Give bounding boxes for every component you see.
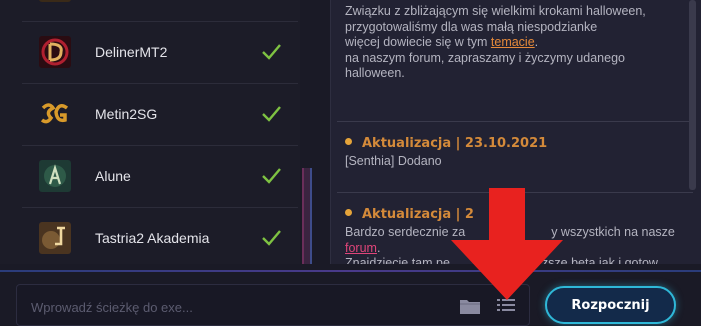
news-intro-line: na naszym forum, zapraszamy i życzymy ud… (345, 50, 625, 65)
news-intro-text: . (534, 35, 539, 49)
server-name: Metin2SG (95, 106, 158, 122)
deliner-logo-icon (39, 36, 71, 68)
server-logo-icon (39, 0, 71, 2)
news-intro-line: więcej dowiecie się w tym temacie. (345, 35, 687, 51)
annotation-arrow-icon (447, 188, 567, 326)
news-body-text: . (376, 240, 381, 255)
server-row[interactable]: DelinerMT2 (22, 22, 298, 84)
news-intro-text: więcej dowiecie się w tym (345, 35, 491, 49)
check-icon (260, 226, 282, 248)
metin2sg-logo-icon (39, 98, 71, 130)
news-intro: Związku z zbliżającym się wielkimi kroka… (345, 4, 687, 82)
server-list-scrollbar[interactable] (302, 168, 312, 264)
news-scrollbar[interactable] (689, 0, 696, 190)
news-item-title: Aktualizacja | 23.10.2021 (345, 136, 547, 151)
check-icon (260, 40, 282, 62)
topic-link[interactable]: temacie (491, 35, 535, 49)
alune-logo-icon (39, 160, 71, 192)
bullet-icon (345, 209, 352, 216)
server-list: DelinerMT2 Metin2SG Alune Tastria2 Akade… (0, 0, 300, 264)
bottom-divider (0, 270, 701, 272)
server-name: DelinerMT2 (95, 44, 168, 60)
check-icon (260, 164, 282, 186)
server-row[interactable]: Alune (22, 146, 298, 208)
tastria2-logo-icon (39, 222, 71, 254)
server-row[interactable]: Tastria2 Akademia (22, 208, 298, 264)
bullet-icon (345, 138, 352, 145)
news-item-body: [Senthia] Dodano (345, 154, 442, 168)
forum-link[interactable]: forum (345, 241, 377, 255)
news-divider (337, 121, 693, 122)
news-body-text: y wszystkich na nasze (551, 225, 675, 239)
exe-path-input[interactable] (31, 297, 411, 317)
server-name: Tastria2 Akademia (95, 230, 210, 246)
news-title-text: Aktualizacja | 23.10.2021 (362, 136, 548, 151)
news-body-text: Znajdziecie tam pe (345, 256, 450, 264)
server-row[interactable] (22, 0, 298, 22)
news-intro-line: Związku z zbliżającym się wielkimi kroka… (345, 4, 646, 18)
check-icon (260, 102, 282, 124)
news-intro-line: przygotowaliśmy dla was małą niespodzian… (345, 19, 598, 34)
server-name: Alune (95, 168, 131, 184)
news-intro-line: halloween. (345, 66, 405, 80)
server-row[interactable]: Metin2SG (22, 84, 298, 146)
